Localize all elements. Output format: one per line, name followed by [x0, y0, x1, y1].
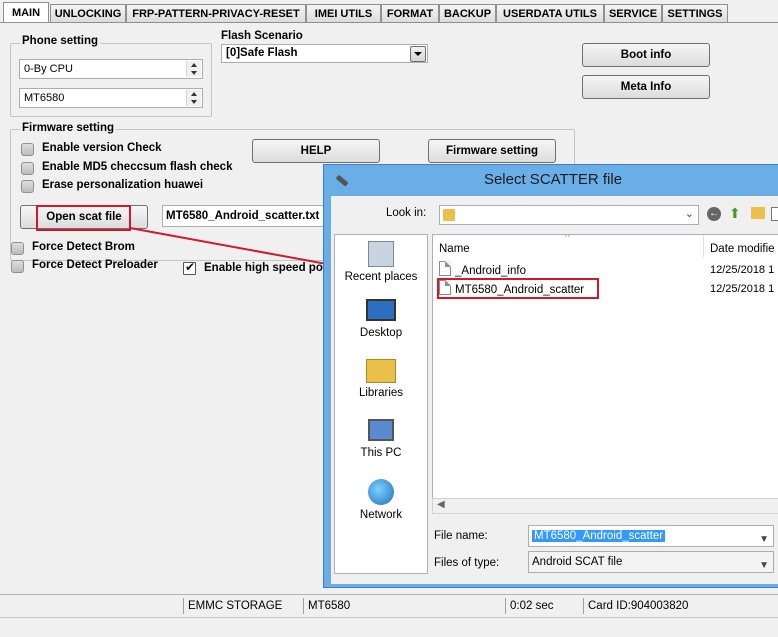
- look-in-select[interactable]: ⌄: [439, 205, 699, 225]
- place-network[interactable]: Network: [335, 479, 427, 521]
- chevron-down-icon[interactable]: ▼: [759, 530, 769, 550]
- file-list: Name ^ Date modifie _Android_info 12/25/…: [432, 234, 778, 514]
- place-this-pc-label: This PC: [360, 447, 402, 459]
- chevron-left-icon[interactable]: ◀: [437, 499, 445, 510]
- column-divider: [703, 235, 704, 257]
- up-folder-icon[interactable]: ⬆: [729, 205, 745, 221]
- recent-places-icon: [368, 241, 394, 267]
- file-type-select[interactable]: Android SCAT file ▼: [528, 551, 774, 573]
- place-network-label: Network: [359, 509, 403, 521]
- view-menu-icon[interactable]: [771, 207, 778, 221]
- place-desktop-label: Desktop: [359, 327, 403, 339]
- network-icon: [368, 479, 394, 505]
- column-name[interactable]: Name: [439, 243, 470, 255]
- place-this-pc[interactable]: This PC: [335, 419, 427, 459]
- document-icon: [439, 261, 451, 276]
- new-folder-icon[interactable]: [751, 207, 765, 219]
- dialog-title: Select SCATTER file: [483, 171, 623, 188]
- chevron-down-icon[interactable]: ▼: [759, 556, 769, 576]
- highlight-scatter-file: [437, 278, 599, 299]
- horizontal-scrollbar[interactable]: ◀: [432, 498, 778, 514]
- file-date: 12/25/2018 1: [710, 283, 775, 295]
- file-name: _Android_info: [455, 265, 526, 277]
- places-bar: Recent places Desktop Libraries This PC …: [334, 234, 428, 574]
- back-icon[interactable]: ←: [707, 207, 721, 221]
- dialog-body: Look in: ⌄ ← ⬆ Recent places Desktop Lib…: [331, 196, 778, 584]
- place-desktop[interactable]: Desktop: [335, 299, 427, 339]
- place-libraries-label: Libraries: [358, 387, 404, 399]
- file-name-value: MT6580_Android_scatter: [532, 530, 666, 542]
- folder-icon: [443, 209, 455, 221]
- file-date: 12/25/2018 1: [710, 264, 775, 276]
- this-pc-icon: [368, 419, 394, 441]
- place-recent[interactable]: Recent places: [335, 241, 427, 283]
- file-name-label: File name:: [434, 530, 488, 542]
- file-type-label: Files of type:: [434, 557, 500, 569]
- file-type-value: Android SCAT file: [532, 556, 623, 568]
- place-recent-label: Recent places: [344, 271, 418, 283]
- file-name-input[interactable]: MT6580_Android_scatter ▼: [528, 525, 774, 547]
- chevron-down-icon[interactable]: ⌄: [685, 207, 694, 220]
- column-date[interactable]: Date modifie: [710, 243, 775, 255]
- select-scatter-dialog: Select SCATTER file Look in: ⌄ ← ⬆ Recen…: [323, 164, 778, 588]
- desktop-icon: [366, 299, 396, 321]
- sort-chevron-up-icon: ^: [565, 234, 570, 243]
- libraries-icon: [366, 359, 396, 383]
- file-row[interactable]: _Android_info: [439, 261, 526, 279]
- look-in-label: Look in:: [386, 207, 427, 219]
- place-libraries[interactable]: Libraries: [335, 359, 427, 399]
